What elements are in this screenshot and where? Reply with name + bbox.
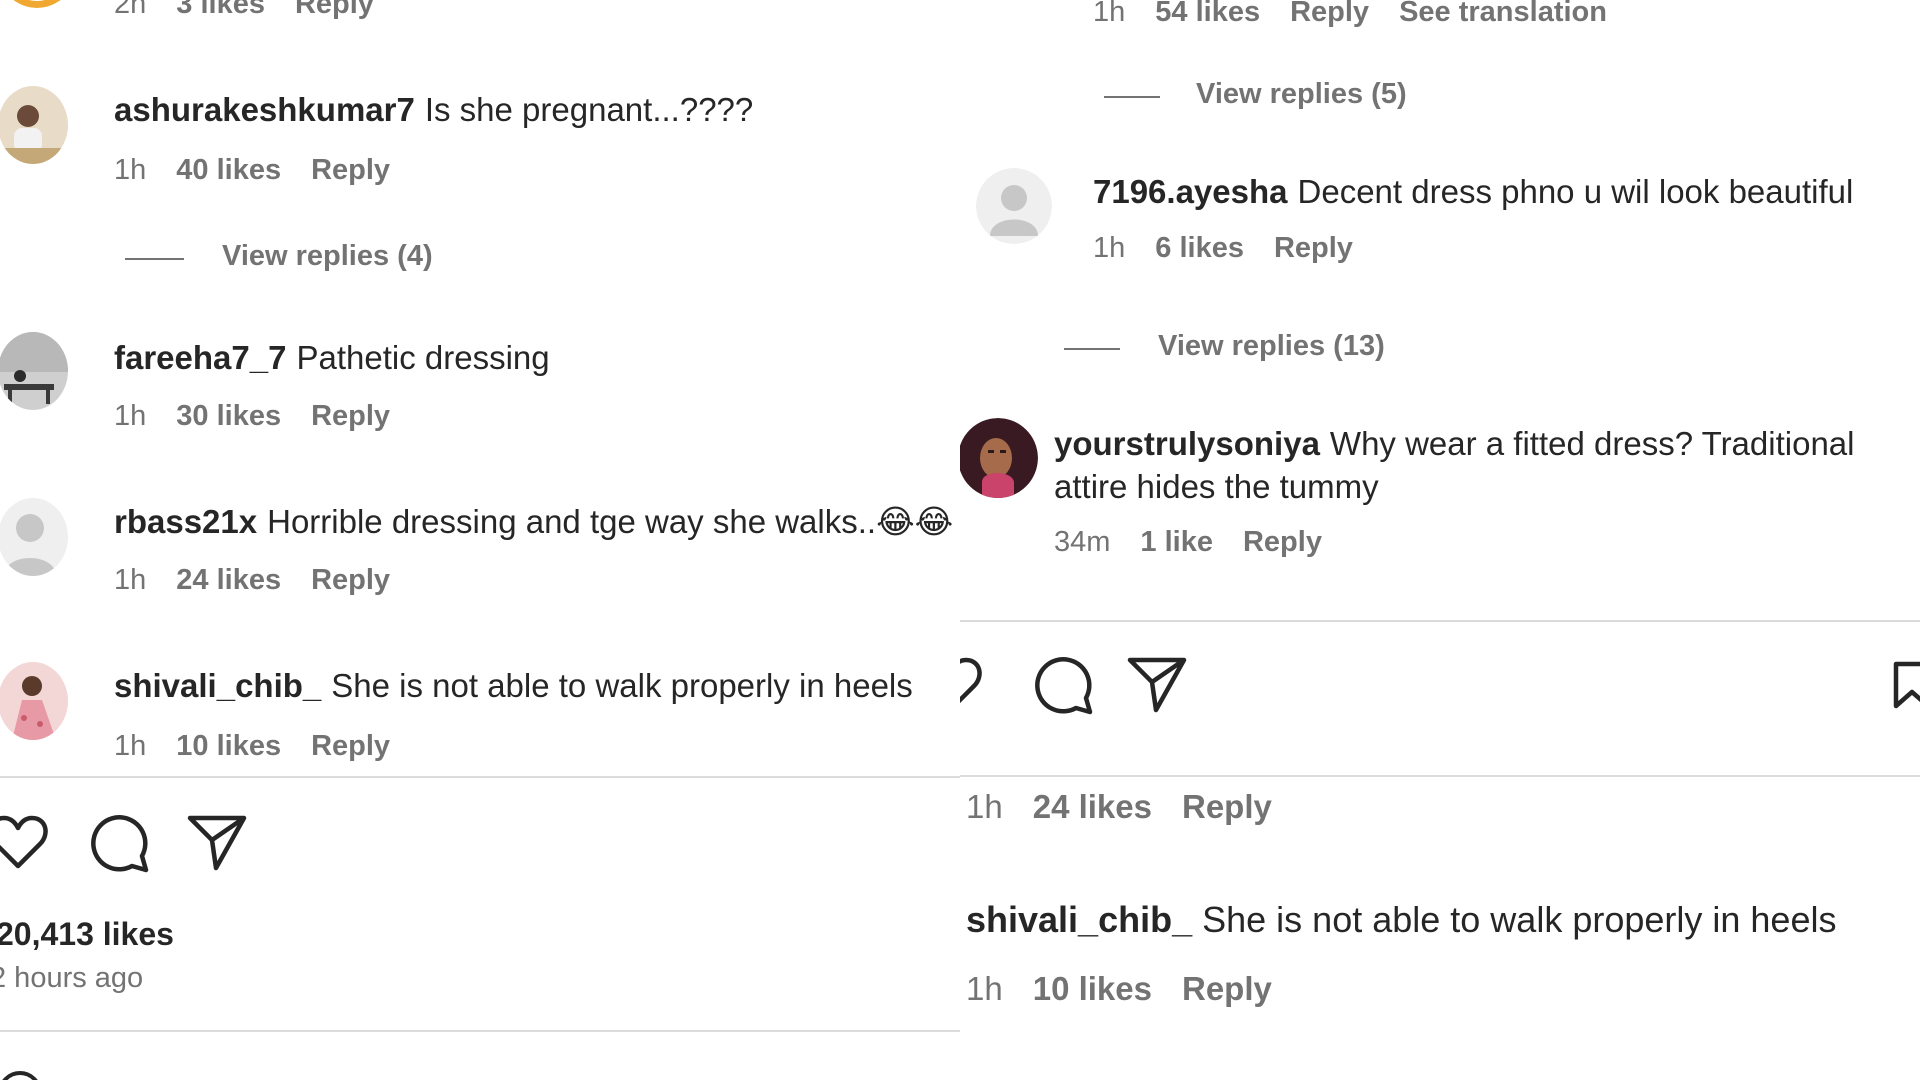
- comment-likes[interactable]: 10 likes: [176, 730, 281, 763]
- divider: [960, 775, 1920, 777]
- comment-username[interactable]: fareeha7_7: [114, 339, 286, 376]
- emoji-icon[interactable]: [0, 1068, 48, 1080]
- view-replies-button[interactable]: View replies (5): [1196, 78, 1407, 111]
- comment-meta: 1h 10 likes Reply: [114, 730, 420, 763]
- view-replies-line: [1064, 348, 1120, 350]
- comment-username[interactable]: 7196.ayesha: [1093, 173, 1288, 210]
- reply-button[interactable]: Reply: [311, 154, 390, 187]
- avatar[interactable]: [0, 86, 68, 164]
- comment-text: ashurakeshkumar7 Is she pregnant...????: [114, 88, 753, 131]
- comment-meta: 1h 54 likes Reply See translation: [1093, 0, 1637, 29]
- comment-username[interactable]: rbass21x: [114, 503, 257, 540]
- comment-body: Horrible dressing and tge way she walks.…: [267, 503, 954, 540]
- comment-text: shivali_chib_ She is not able to walk pro…: [966, 898, 1836, 941]
- comment-meta: 1h 10 likes Reply: [966, 970, 1302, 1008]
- comment-time: 1h: [966, 788, 1003, 825]
- comment-text: shivali_chib_ She is not able to walk pro…: [114, 664, 913, 707]
- comment-body: She is not able to walk properly in heel…: [1202, 899, 1837, 940]
- reply-button[interactable]: Reply: [311, 730, 390, 763]
- comment-body: She is not able to walk properly in heel…: [331, 667, 913, 704]
- view-replies-button[interactable]: View replies (4): [222, 240, 433, 273]
- comment-body: Decent dress phno u wil look beautiful: [1297, 173, 1854, 210]
- avatar[interactable]: [960, 418, 1038, 498]
- see-translation-button[interactable]: See translation: [1399, 0, 1607, 29]
- comment-meta: 1h 30 likes Reply: [114, 400, 420, 433]
- avatar[interactable]: [0, 332, 68, 410]
- comment-likes[interactable]: 6 likes: [1155, 232, 1244, 265]
- comment-likes[interactable]: 24 likes: [176, 564, 281, 597]
- comment-meta: 34m 1 like Reply: [1054, 526, 1352, 559]
- comment-username[interactable]: yourstrulysoniya: [1054, 425, 1320, 462]
- comment-likes[interactable]: 3 likes: [176, 0, 265, 21]
- comment-likes[interactable]: 24 likes: [1033, 788, 1152, 826]
- comment-likes[interactable]: 54 likes: [1155, 0, 1260, 29]
- comment-text: yourstrulysoniya Why wear a fitted dress?…: [1054, 422, 1914, 508]
- comment-meta: 2h 3 likes Reply: [114, 0, 404, 21]
- avatar[interactable]: [0, 0, 76, 8]
- divider: [0, 1030, 960, 1032]
- comment-username[interactable]: shivali_chib_: [114, 667, 321, 704]
- bookmark-icon[interactable]: [1892, 660, 1920, 710]
- comment-time: 1h: [114, 154, 147, 186]
- comment-body: Pathetic dressing: [296, 339, 550, 376]
- reply-button[interactable]: Reply: [1182, 970, 1272, 1008]
- left-comments-panel: 2h 3 likes Reply ashurakeshkumar7 Is she pr…: [0, 0, 960, 1080]
- likes-count[interactable]: 20,413 likes: [0, 916, 174, 953]
- avatar[interactable]: [976, 168, 1052, 244]
- reply-button[interactable]: Reply: [1182, 788, 1272, 826]
- comment-text: fareeha7_7 Pathetic dressing: [114, 336, 550, 379]
- comment-meta: 1h 40 likes Reply: [114, 154, 420, 187]
- comment-time: 2h: [114, 0, 147, 20]
- comment-time: 1h: [966, 970, 1003, 1007]
- reply-button[interactable]: Reply: [1274, 232, 1353, 265]
- comment-text: 7196.ayesha Decent dress phno u wil look …: [1093, 170, 1853, 213]
- share-icon[interactable]: [186, 812, 248, 872]
- comment-meta: 1h 24 likes Reply: [114, 564, 420, 597]
- comment-likes[interactable]: 1 like: [1140, 526, 1213, 559]
- share-icon[interactable]: [1126, 654, 1188, 714]
- avatar[interactable]: [0, 662, 68, 740]
- comment-icon[interactable]: [1032, 654, 1094, 716]
- comment-username[interactable]: shivali_chib_: [966, 899, 1192, 940]
- divider: [0, 776, 960, 778]
- comment-body: Is she pregnant...????: [424, 91, 754, 128]
- comment-icon[interactable]: [88, 812, 150, 874]
- heart-icon[interactable]: [0, 812, 50, 872]
- comment-likes[interactable]: 10 likes: [1033, 970, 1152, 1008]
- comment-meta: 1h 24 likes Reply: [966, 788, 1302, 826]
- view-replies-line: [1104, 96, 1160, 98]
- comment-time: 1h: [114, 400, 147, 432]
- comment-time: 34m: [1054, 526, 1111, 558]
- reply-button[interactable]: Reply: [311, 400, 390, 433]
- view-replies-line: [125, 258, 184, 260]
- heart-icon[interactable]: [960, 654, 984, 714]
- post-time-ago: 2 hours ago: [0, 962, 144, 994]
- reply-button[interactable]: Reply: [1243, 526, 1322, 559]
- reply-button[interactable]: Reply: [311, 564, 390, 597]
- comment-time: 1h: [114, 564, 147, 596]
- comment-meta: 1h 6 likes Reply: [1093, 232, 1383, 265]
- comment-time: 1h: [1093, 232, 1126, 264]
- comment-time: 1h: [1093, 0, 1126, 28]
- comment-likes[interactable]: 30 likes: [176, 400, 281, 433]
- comment-time: 1h: [114, 730, 147, 762]
- view-replies-button[interactable]: View replies (13): [1158, 330, 1385, 363]
- comment-likes[interactable]: 40 likes: [176, 154, 281, 187]
- avatar[interactable]: [0, 498, 68, 576]
- reply-button[interactable]: Reply: [1290, 0, 1369, 29]
- comment-text: rbass21x Horrible dressing and tge way sh…: [114, 500, 953, 543]
- reply-button[interactable]: Reply: [295, 0, 374, 21]
- right-comments-panel: 1h 54 likes Reply See translation View repl…: [960, 0, 1920, 1080]
- divider: [960, 620, 1920, 622]
- comment-username[interactable]: ashurakeshkumar7: [114, 91, 415, 128]
